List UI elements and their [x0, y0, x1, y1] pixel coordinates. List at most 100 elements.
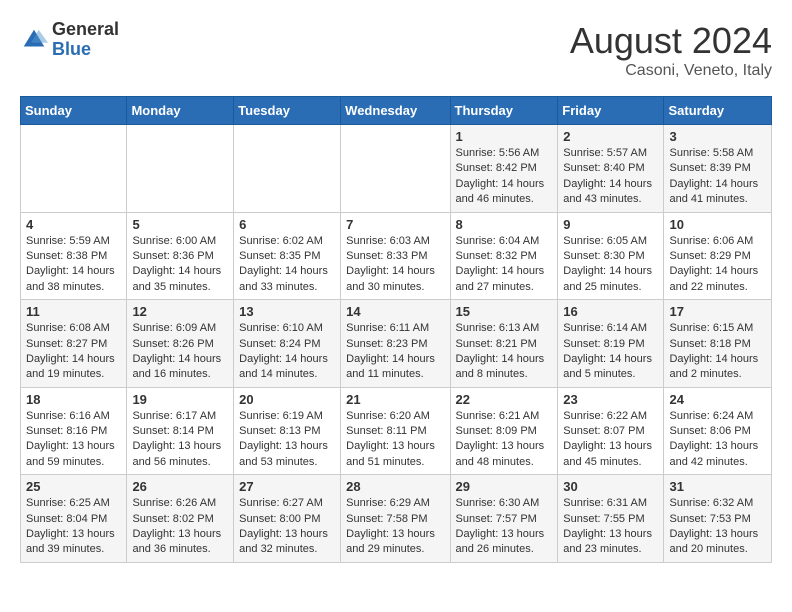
location-subtitle: Casoni, Veneto, Italy — [570, 62, 772, 80]
header-day-friday: Friday — [558, 97, 664, 125]
calendar-cell: 7 Sunrise: 6:03 AMSunset: 8:33 PMDaylight… — [341, 212, 450, 300]
week-row-5: 25 Sunrise: 6:25 AMSunset: 8:04 PMDayligh… — [21, 475, 772, 563]
day-number: 3 — [669, 129, 766, 144]
week-row-4: 18 Sunrise: 6:16 AMSunset: 8:16 PMDayligh… — [21, 387, 772, 475]
day-number: 31 — [669, 479, 766, 494]
day-number: 21 — [346, 392, 444, 407]
day-number: 13 — [239, 304, 335, 319]
header-row: SundayMondayTuesdayWednesdayThursdayFrid… — [21, 97, 772, 125]
day-info: Sunrise: 6:32 AMSunset: 7:53 PMDaylight:… — [669, 496, 766, 558]
month-year-title: August 2024 — [570, 20, 772, 62]
day-number: 16 — [563, 304, 658, 319]
week-row-1: 1 Sunrise: 5:56 AMSunset: 8:42 PMDaylight… — [21, 125, 772, 213]
day-info: Sunrise: 6:21 AMSunset: 8:09 PMDaylight:… — [456, 409, 553, 471]
calendar-cell: 18 Sunrise: 6:16 AMSunset: 8:16 PMDayligh… — [21, 387, 127, 475]
day-info: Sunrise: 6:02 AMSunset: 8:35 PMDaylight:… — [239, 234, 335, 296]
logo-general-text: General — [52, 20, 119, 40]
logo: General Blue — [20, 20, 119, 60]
day-number: 7 — [346, 217, 444, 232]
day-number: 25 — [26, 479, 121, 494]
calendar-cell: 6 Sunrise: 6:02 AMSunset: 8:35 PMDaylight… — [234, 212, 341, 300]
header-day-sunday: Sunday — [21, 97, 127, 125]
day-number: 27 — [239, 479, 335, 494]
header-day-saturday: Saturday — [664, 97, 772, 125]
calendar-cell: 31 Sunrise: 6:32 AMSunset: 7:53 PMDayligh… — [664, 475, 772, 563]
day-info: Sunrise: 5:57 AMSunset: 8:40 PMDaylight:… — [563, 146, 658, 208]
logo-text: General Blue — [52, 20, 119, 60]
day-number: 26 — [132, 479, 228, 494]
title-block: August 2024 Casoni, Veneto, Italy — [570, 20, 772, 80]
calendar-cell: 15Sunrise: 6:13 AMSunset: 8:21 PMDayligh… — [450, 300, 558, 388]
calendar-cell: 16 Sunrise: 6:14 AMSunset: 8:19 PMDayligh… — [558, 300, 664, 388]
page-header: General Blue August 2024 Casoni, Veneto,… — [20, 20, 772, 80]
day-number: 18 — [26, 392, 121, 407]
header-day-tuesday: Tuesday — [234, 97, 341, 125]
day-info: Sunrise: 6:30 AMSunset: 7:57 PMDaylight:… — [456, 496, 553, 558]
day-number: 8 — [456, 217, 553, 232]
day-number: 17 — [669, 304, 766, 319]
calendar-body: 1 Sunrise: 5:56 AMSunset: 8:42 PMDaylight… — [21, 125, 772, 563]
day-number: 20 — [239, 392, 335, 407]
calendar-cell: 4 Sunrise: 5:59 AMSunset: 8:38 PMDaylight… — [21, 212, 127, 300]
day-info: Sunrise: 6:17 AMSunset: 8:14 PMDaylight:… — [132, 409, 228, 471]
day-info: Sunrise: 5:58 AMSunset: 8:39 PMDaylight:… — [669, 146, 766, 208]
day-info: Sunrise: 6:11 AMSunset: 8:23 PMDaylight:… — [346, 321, 444, 383]
calendar-cell: 12 Sunrise: 6:09 AMSunset: 8:26 PMDayligh… — [127, 300, 234, 388]
calendar-cell: 28 Sunrise: 6:29 AMSunset: 7:58 PMDayligh… — [341, 475, 450, 563]
calendar-cell: 21 Sunrise: 6:20 AMSunset: 8:11 PMDayligh… — [341, 387, 450, 475]
calendar-cell: 27 Sunrise: 6:27 AMSunset: 8:00 PMDayligh… — [234, 475, 341, 563]
day-number: 12 — [132, 304, 228, 319]
calendar-cell: 8 Sunrise: 6:04 AMSunset: 8:32 PMDaylight… — [450, 212, 558, 300]
calendar-cell: 13 Sunrise: 6:10 AMSunset: 8:24 PMDayligh… — [234, 300, 341, 388]
calendar-cell: 11Sunrise: 6:08 AMSunset: 8:27 PMDayligh… — [21, 300, 127, 388]
day-info: Sunrise: 6:20 AMSunset: 8:11 PMDaylight:… — [346, 409, 444, 471]
day-info: Sunrise: 6:05 AMSunset: 8:30 PMDaylight:… — [563, 234, 658, 296]
day-info: Sunrise: 6:16 AMSunset: 8:16 PMDaylight:… — [26, 409, 121, 471]
day-number: 23 — [563, 392, 658, 407]
day-info: Sunrise: 6:25 AMSunset: 8:04 PMDaylight:… — [26, 496, 121, 558]
calendar-cell — [127, 125, 234, 213]
header-day-wednesday: Wednesday — [341, 97, 450, 125]
day-number: 5 — [132, 217, 228, 232]
day-number: 24 — [669, 392, 766, 407]
day-info: Sunrise: 6:22 AMSunset: 8:07 PMDaylight:… — [563, 409, 658, 471]
calendar-cell: 29Sunrise: 6:30 AMSunset: 7:57 PMDayligh… — [450, 475, 558, 563]
day-info: Sunrise: 5:56 AMSunset: 8:42 PMDaylight:… — [456, 146, 553, 208]
calendar-cell: 30Sunrise: 6:31 AMSunset: 7:55 PMDayligh… — [558, 475, 664, 563]
calendar-cell: 25 Sunrise: 6:25 AMSunset: 8:04 PMDayligh… — [21, 475, 127, 563]
day-number: 6 — [239, 217, 335, 232]
day-info: Sunrise: 6:09 AMSunset: 8:26 PMDaylight:… — [132, 321, 228, 383]
calendar-cell: 3 Sunrise: 5:58 AMSunset: 8:39 PMDaylight… — [664, 125, 772, 213]
calendar-cell: 2Sunrise: 5:57 AMSunset: 8:40 PMDaylight… — [558, 125, 664, 213]
calendar-header: SundayMondayTuesdayWednesdayThursdayFrid… — [21, 97, 772, 125]
day-number: 14 — [346, 304, 444, 319]
day-info: Sunrise: 6:19 AMSunset: 8:13 PMDaylight:… — [239, 409, 335, 471]
calendar-cell: 5Sunrise: 6:00 AMSunset: 8:36 PMDaylight… — [127, 212, 234, 300]
day-info: Sunrise: 6:29 AMSunset: 7:58 PMDaylight:… — [346, 496, 444, 558]
day-info: Sunrise: 5:59 AMSunset: 8:38 PMDaylight:… — [26, 234, 121, 296]
calendar-cell: 23 Sunrise: 6:22 AMSunset: 8:07 PMDayligh… — [558, 387, 664, 475]
day-info: Sunrise: 6:24 AMSunset: 8:06 PMDaylight:… — [669, 409, 766, 471]
week-row-2: 4 Sunrise: 5:59 AMSunset: 8:38 PMDaylight… — [21, 212, 772, 300]
day-number: 4 — [26, 217, 121, 232]
day-number: 1 — [456, 129, 553, 144]
day-info: Sunrise: 6:03 AMSunset: 8:33 PMDaylight:… — [346, 234, 444, 296]
day-info: Sunrise: 6:10 AMSunset: 8:24 PMDaylight:… — [239, 321, 335, 383]
day-info: Sunrise: 6:27 AMSunset: 8:00 PMDaylight:… — [239, 496, 335, 558]
day-info: Sunrise: 6:14 AMSunset: 8:19 PMDaylight:… — [563, 321, 658, 383]
calendar-cell: 22Sunrise: 6:21 AMSunset: 8:09 PMDayligh… — [450, 387, 558, 475]
calendar-cell: 17 Sunrise: 6:15 AMSunset: 8:18 PMDayligh… — [664, 300, 772, 388]
calendar-cell: 26Sunrise: 6:26 AMSunset: 8:02 PMDayligh… — [127, 475, 234, 563]
day-number: 28 — [346, 479, 444, 494]
calendar-cell — [234, 125, 341, 213]
calendar-cell: 1 Sunrise: 5:56 AMSunset: 8:42 PMDaylight… — [450, 125, 558, 213]
day-info: Sunrise: 6:06 AMSunset: 8:29 PMDaylight:… — [669, 234, 766, 296]
day-number: 30 — [563, 479, 658, 494]
header-day-monday: Monday — [127, 97, 234, 125]
calendar-cell: 20 Sunrise: 6:19 AMSunset: 8:13 PMDayligh… — [234, 387, 341, 475]
calendar-cell — [21, 125, 127, 213]
header-day-thursday: Thursday — [450, 97, 558, 125]
day-number: 9 — [563, 217, 658, 232]
day-info: Sunrise: 6:04 AMSunset: 8:32 PMDaylight:… — [456, 234, 553, 296]
day-info: Sunrise: 6:15 AMSunset: 8:18 PMDaylight:… — [669, 321, 766, 383]
